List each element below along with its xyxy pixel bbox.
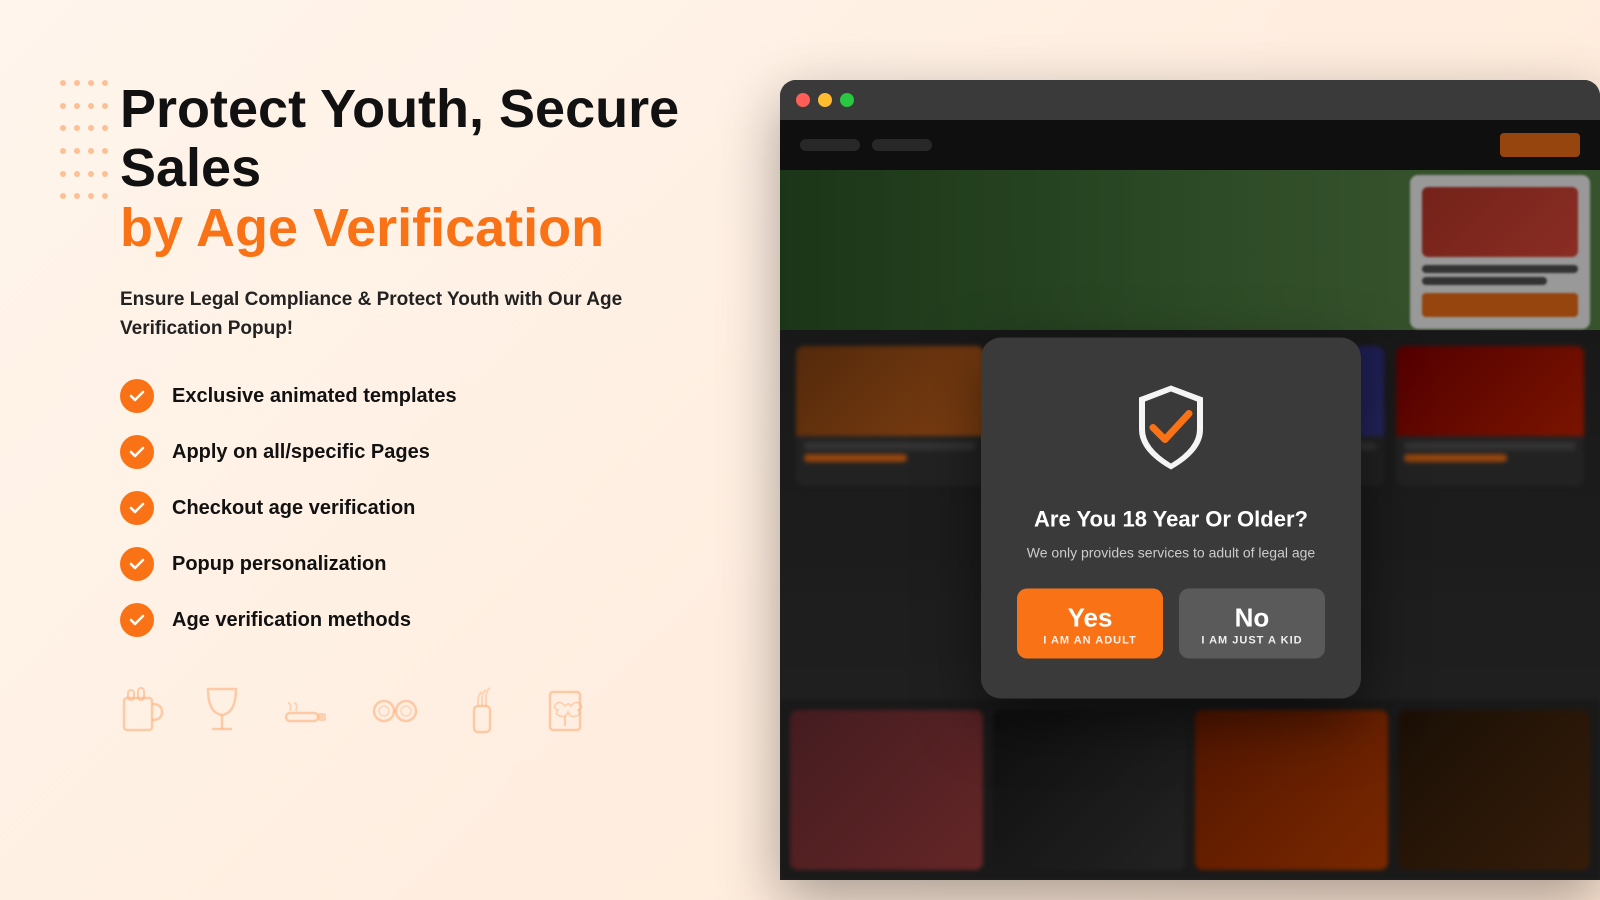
check-icon-1 [120,379,154,413]
feature-text-4: Popup personalization [172,553,386,576]
no-button-main: No [1235,605,1270,631]
wine-icon [204,685,240,748]
left-section: Protect Youth, Secure Sales by Age Verif… [60,80,760,748]
traffic-light-green[interactable] [840,93,854,107]
browser-titlebar [780,80,1600,120]
no-button[interactable]: No I AM JUST A KID [1179,589,1325,659]
browser-content: Are You 18 Year Or Older? We only provid… [780,120,1600,880]
features-list: Exclusive animated templates Apply on al… [120,379,760,637]
popup-buttons: Yes I AM AN ADULT No I AM JUST A KID [1017,589,1325,659]
check-icon-2 [120,435,154,469]
traffic-light-red[interactable] [796,93,810,107]
feature-text-3: Checkout age verification [172,497,415,520]
feature-item-4: Popup personalization [120,547,760,581]
yes-button-sub: I AM AN ADULT [1043,635,1136,647]
yes-button[interactable]: Yes I AM AN ADULT [1017,589,1163,659]
yes-button-main: Yes [1068,605,1113,631]
feature-item-1: Exclusive animated templates [120,379,760,413]
vape-icon [460,686,504,747]
headline-orange: by Age Verification [120,199,760,258]
handcuffs-icon [370,691,420,742]
feature-text-5: Age verification methods [172,609,411,632]
subheading: Ensure Legal Compliance & Protect Youth … [120,286,680,343]
traffic-light-yellow[interactable] [818,93,832,107]
dot-grid [60,80,110,210]
no-button-sub: I AM JUST A KID [1201,635,1302,647]
cigarette-icon [280,692,330,742]
category-icons-row [120,685,760,748]
feature-item-5: Age verification methods [120,603,760,637]
feature-text-1: Exclusive animated templates [172,385,457,408]
right-section: Are You 18 Year Or Older? We only provid… [770,80,1600,880]
shield-icon-wrap [1121,378,1221,483]
age-verification-popup: Are You 18 Year Or Older? We only provid… [981,338,1361,699]
feature-text-2: Apply on all/specific Pages [172,441,430,464]
store-background: Are You 18 Year Or Older? We only provid… [780,120,1600,880]
headline-black: Protect Youth, Secure Sales [120,80,760,199]
beer-icon [120,686,164,747]
check-icon-5 [120,603,154,637]
feature-item-3: Checkout age verification [120,491,760,525]
browser-window: Are You 18 Year Or Older? We only provid… [780,80,1600,880]
feature-item-2: Apply on all/specific Pages [120,435,760,469]
document-icon [544,686,590,747]
popup-title: Are You 18 Year Or Older? [1034,507,1308,533]
check-icon-3 [120,491,154,525]
shield-icon [1121,378,1221,478]
check-icon-4 [120,547,154,581]
popup-subtitle: We only provides services to adult of le… [1027,545,1315,561]
